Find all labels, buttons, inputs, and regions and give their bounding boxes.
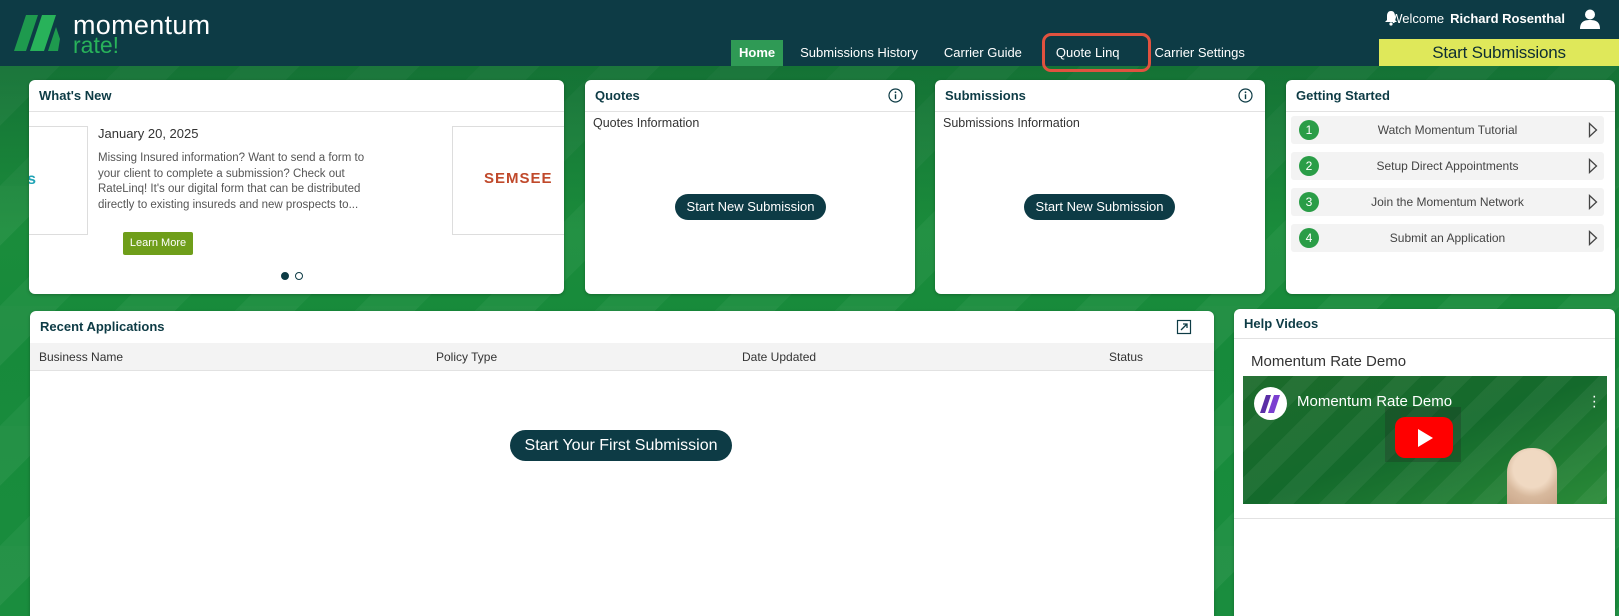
whats-new-next-slide-image[interactable]: SEMSEE [452,126,564,235]
prev-slide-logo-fragment: s [29,171,36,188]
tab-carrier-guide[interactable]: Carrier Guide [931,40,1035,66]
video-divider [1234,518,1615,519]
help-videos-card: Help Videos Momentum Rate Demo Momentum … [1234,309,1615,616]
logo-text-rate: rate! [73,32,120,58]
carousel-dot-2[interactable] [295,272,303,280]
play-button-icon[interactable] [1395,417,1453,458]
whats-new-title: What's New [29,80,564,112]
submissions-title-text: Submissions [945,88,1026,103]
logo[interactable]: momentum rate! [12,8,212,58]
quotes-start-new-submission-button[interactable]: Start New Submission [675,194,826,220]
logo-mark-icon [14,15,60,51]
welcome-text: Welcome Richard Rosenthal [1390,11,1565,26]
getting-started-card: Getting Started 1 Watch Momentum Tutoria… [1286,80,1615,294]
start-first-submission-button[interactable]: Start Your First Submission [510,430,732,461]
top-header: momentum rate! Welcome Richard Rosenthal… [0,0,1619,72]
whats-new-body: Missing Insured information? Want to sen… [98,152,365,211]
video-more-icon[interactable]: · · · [1592,389,1597,415]
semsee-logo: SEMSEE [484,170,553,187]
play-arrow-icon [1588,194,1598,210]
presenter-thumbnail [1507,448,1557,504]
column-policy-type[interactable]: Policy Type [436,343,497,371]
recent-applications-title-text: Recent Applications [40,319,165,334]
expand-icon[interactable] [1176,319,1192,335]
carousel-dots [281,272,303,280]
submissions-info-text: Submissions Information [943,116,1080,130]
getting-started-item[interactable]: 3 Join the Momentum Network [1291,188,1604,216]
recent-applications-title: Recent Applications [30,311,1214,343]
welcome-prefix: Welcome [1390,11,1445,26]
quotes-info-text: Quotes Information [593,116,700,130]
user-profile-icon[interactable] [1579,8,1601,30]
tab-carrier-settings[interactable]: Carrier Settings [1142,40,1258,66]
quotes-card: Quotes Quotes Information Start New Subm… [585,80,915,294]
learn-more-button[interactable]: Learn More [123,232,193,255]
tab-submissions-history[interactable]: Submissions History [787,40,931,66]
recent-applications-card: Recent Applications Business Name Policy… [30,311,1214,616]
column-business-name[interactable]: Business Name [39,343,123,371]
getting-started-item[interactable]: 2 Setup Direct Appointments [1291,152,1604,180]
play-arrow-icon [1588,158,1598,174]
info-icon[interactable] [1238,88,1253,103]
tab-home[interactable]: Home [731,40,784,66]
quote-linq-highlight-box [1042,33,1151,72]
submissions-start-new-submission-button[interactable]: Start New Submission [1024,194,1175,220]
submissions-card: Submissions Submissions Information Star… [935,80,1265,294]
carousel-dot-1[interactable] [281,272,289,280]
getting-started-title: Getting Started [1286,80,1615,112]
quotes-title-text: Quotes [595,88,640,103]
help-videos-title: Help Videos [1234,309,1615,339]
step-label: Join the Momentum Network [1371,195,1524,209]
getting-started-item[interactable]: 1 Watch Momentum Tutorial [1291,116,1604,144]
submissions-title: Submissions [935,80,1265,112]
start-submissions-button[interactable]: Start Submissions [1379,39,1619,66]
main-nav: Home Submissions History Carrier Guide Q… [731,40,1258,66]
video-title: Momentum Rate Demo [1251,353,1407,370]
info-icon[interactable] [888,88,903,103]
whats-new-date: January 20, 2025 [98,126,199,141]
whats-new-card: What's New s January 20, 2025 Missing In… [29,80,564,294]
getting-started-item[interactable]: 4 Submit an Application [1291,224,1604,252]
step-label: Setup Direct Appointments [1376,159,1519,173]
step-label: Submit an Application [1389,231,1506,245]
column-date-updated[interactable]: Date Updated [742,343,816,371]
video-player[interactable]: Momentum Rate Demo · · · [1243,376,1607,504]
play-arrow-icon [1588,230,1598,246]
user-name: Richard Rosenthal [1450,11,1565,26]
whats-new-prev-slide-image[interactable]: s [29,126,88,235]
table-header: Business Name Policy Type Date Updated S… [30,343,1214,371]
step-label: Watch Momentum Tutorial [1377,123,1518,137]
column-status[interactable]: Status [1109,343,1143,371]
play-arrow-icon [1588,122,1598,138]
channel-avatar[interactable] [1254,387,1287,420]
momentum-logo-icon [1260,395,1280,413]
quotes-title: Quotes [585,80,915,112]
